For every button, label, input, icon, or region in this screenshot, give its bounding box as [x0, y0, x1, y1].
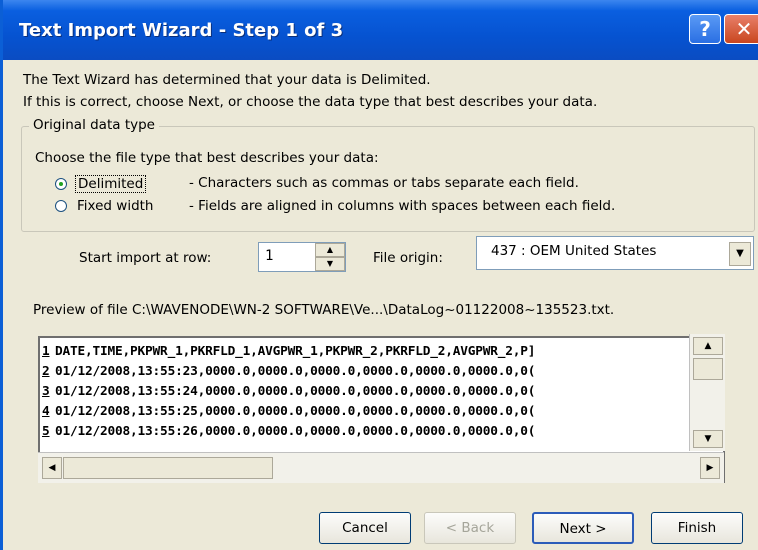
- scroll-down-icon[interactable]: ▼: [693, 430, 723, 448]
- finish-button[interactable]: Finish: [651, 512, 743, 544]
- preview-line-number: 5: [42, 424, 50, 439]
- preview-line-text: 01/12/2008,13:55:23,0000.0,0000.0,0000.0…: [55, 364, 536, 379]
- preview-label: Preview of file C:\WAVENODE\WN-2 SOFTWAR…: [33, 302, 615, 318]
- fixed-width-radio[interactable]: [55, 200, 67, 212]
- preview-line: 4 01/12/2008,13:55:25,0000.0,0000.0,0000.…: [42, 402, 535, 422]
- preview-line-number: 3: [42, 384, 50, 399]
- preview-line: 1 DATE,TIME,PKPWR_1,PKRFLD_1,AVGPWR_1,PKP…: [42, 342, 535, 362]
- start-row-spinner: ▲ ▼: [315, 243, 345, 271]
- fixed-width-radio-label[interactable]: Fixed width: [77, 198, 154, 214]
- help-button[interactable]: ?: [689, 14, 721, 44]
- vertical-scroll-thumb[interactable]: [693, 358, 723, 380]
- file-origin-value[interactable]: 437 : OEM United States: [491, 243, 656, 259]
- horizontal-scroll-thumb[interactable]: [63, 457, 273, 479]
- preview-line: 2 01/12/2008,13:55:23,0000.0,0000.0,0000.…: [42, 362, 535, 382]
- scroll-up-icon[interactable]: ▲: [693, 337, 723, 355]
- chevron-down-icon[interactable]: ▼: [729, 242, 751, 266]
- preview-line: 3 01/12/2008,13:55:24,0000.0,0000.0,0000.…: [42, 382, 535, 402]
- preview-line-text: 01/12/2008,13:55:26,0000.0,0000.0,0000.0…: [55, 424, 536, 439]
- title-bar: Text Import Wizard - Step 1 of 3 ? ✕: [3, 0, 758, 60]
- file-origin-label: File origin:: [373, 250, 443, 266]
- preview-line-number: 1: [42, 344, 50, 359]
- close-button[interactable]: ✕: [724, 14, 758, 44]
- delimited-radio-label[interactable]: Delimited: [75, 175, 147, 193]
- spin-down-icon[interactable]: ▼: [315, 257, 345, 271]
- preview-line-number: 2: [42, 364, 50, 379]
- window-title: Text Import Wizard - Step 1 of 3: [19, 20, 344, 41]
- scroll-right-icon[interactable]: ▶: [700, 457, 720, 479]
- intro-text-line-1: The Text Wizard has determined that your…: [23, 72, 431, 88]
- intro-text-line-2: If this is correct, choose Next, or choo…: [23, 94, 598, 110]
- preview-line-number: 4: [42, 404, 50, 419]
- fixed-width-description: - Fields are aligned in columns with spa…: [189, 198, 616, 214]
- cancel-button[interactable]: Cancel: [319, 512, 411, 544]
- vertical-scrollbar[interactable]: ▲ ▼: [689, 334, 725, 451]
- delimited-description: - Characters such as commas or tabs sepa…: [189, 175, 579, 191]
- file-type-prompt: Choose the file type that best describes…: [35, 150, 379, 166]
- next-button[interactable]: Next >: [532, 512, 634, 544]
- group-legend: Original data type: [29, 117, 159, 133]
- horizontal-scrollbar[interactable]: ◀ ▶: [38, 452, 724, 483]
- back-button[interactable]: < Back: [424, 512, 516, 544]
- preview-line-text: 01/12/2008,13:55:24,0000.0,0000.0,0000.0…: [55, 384, 536, 399]
- preview-line: 5 01/12/2008,13:55:26,0000.0,0000.0,0000.…: [42, 422, 535, 442]
- text-import-wizard-dialog: Text Import Wizard - Step 1 of 3 ? ✕ The…: [0, 0, 758, 550]
- start-row-label: Start import at row:: [79, 250, 212, 266]
- scroll-left-icon[interactable]: ◀: [42, 457, 62, 479]
- preview-line-text: DATE,TIME,PKPWR_1,PKRFLD_1,AVGPWR_1,PKPW…: [55, 344, 536, 359]
- spin-up-icon[interactable]: ▲: [315, 243, 345, 257]
- delimited-radio[interactable]: [55, 178, 67, 190]
- preview-line-text: 01/12/2008,13:55:25,0000.0,0000.0,0000.0…: [55, 404, 536, 419]
